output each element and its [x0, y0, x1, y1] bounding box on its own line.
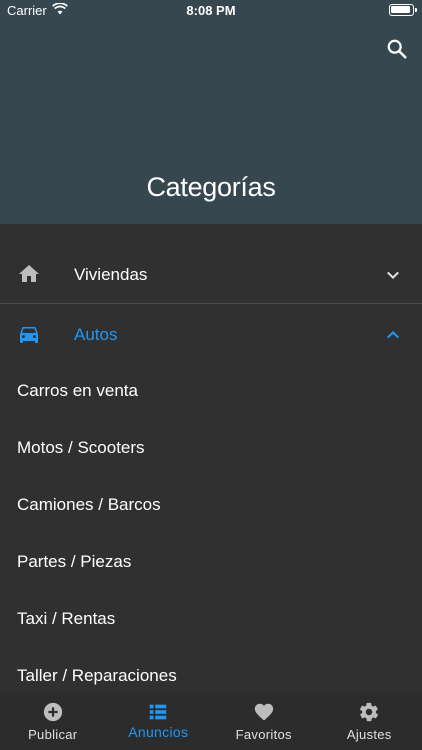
page-title: Categorías — [146, 172, 276, 202]
nav-favoritos[interactable]: Favoritos — [211, 695, 317, 750]
chevron-down-icon — [387, 271, 399, 280]
status-bar: Carrier 8:08 PM — [0, 0, 422, 22]
subcategory-carros-en-venta[interactable]: Carros en venta — [0, 362, 422, 419]
add-circle-icon — [43, 702, 62, 722]
car-icon — [20, 327, 38, 343]
gear-icon — [360, 702, 379, 722]
category-label: Autos — [74, 325, 118, 344]
nav-label: Publicar — [28, 727, 78, 742]
category-viviendas[interactable]: Viviendas — [0, 224, 422, 304]
category-list: Viviendas Autos Carros en venta Motos / … — [0, 224, 422, 695]
subcategory-camiones-barcos[interactable]: Camiones / Barcos — [0, 476, 422, 533]
app-header: Carrier 8:08 PM Categorías — [0, 0, 422, 224]
nav-label: Favoritos — [235, 727, 292, 742]
status-time: 8:08 PM — [186, 3, 236, 18]
nav-anuncios[interactable]: Anuncios — [106, 695, 212, 750]
category-autos[interactable]: Autos — [0, 304, 422, 362]
search-icon[interactable] — [386, 38, 408, 60]
heart-icon — [254, 703, 273, 721]
subcategory-taxi-rentas[interactable]: Taxi / Rentas — [0, 590, 422, 647]
nav-ajustes[interactable]: Ajustes — [317, 695, 422, 750]
nav-label: Anuncios — [128, 724, 189, 740]
chevron-up-icon — [387, 330, 399, 339]
subcategory-partes-piezas[interactable]: Partes / Piezas — [0, 533, 422, 590]
battery-icon — [389, 4, 417, 16]
list-icon — [150, 704, 167, 720]
nav-label: Ajustes — [346, 727, 392, 742]
subcategory-motos-scooters[interactable]: Motos / Scooters — [0, 419, 422, 476]
subcategory-taller-reparaciones[interactable]: Taller / Reparaciones — [0, 647, 422, 695]
nav-publicar[interactable]: Publicar — [0, 695, 106, 750]
bottom-nav: Publicar Anuncios Favoritos Ajustes — [0, 695, 422, 750]
home-icon — [19, 265, 39, 282]
category-label: Viviendas — [74, 265, 148, 284]
